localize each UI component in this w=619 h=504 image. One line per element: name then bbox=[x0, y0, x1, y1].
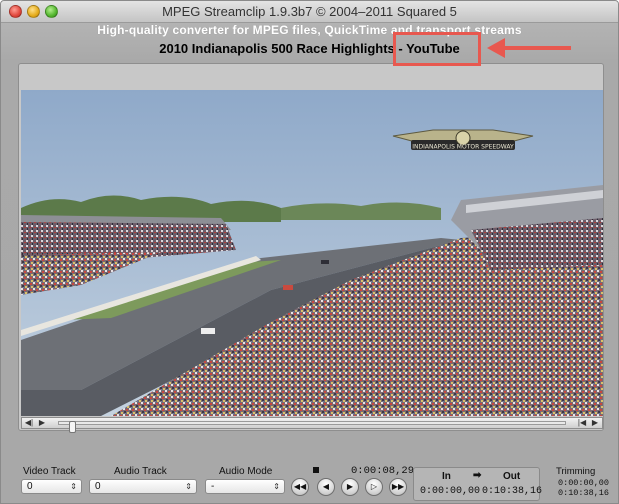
current-time: 0:00:08,29 bbox=[351, 465, 415, 477]
step-forward-icon[interactable]: ▶ bbox=[589, 418, 601, 428]
title-bar: MPEG Streamclip 1.9.3b7 © 2004–2011 Squa… bbox=[1, 1, 618, 23]
audio-track-select[interactable]: 0 ⇕ bbox=[89, 479, 197, 494]
video-frame-image: INDIANAPOLIS MOTOR SPEEDWAY bbox=[21, 90, 603, 416]
trimming-in: 0:00:00,00 bbox=[558, 478, 610, 488]
play-button[interactable]: ▶ bbox=[341, 478, 359, 496]
app-subtitle: High-quality converter for MPEG files, Q… bbox=[97, 23, 522, 37]
app-window: MPEG Streamclip 1.9.3b7 © 2004–2011 Squa… bbox=[0, 0, 619, 504]
trimming-label: Trimming bbox=[556, 466, 596, 477]
trimming-out: 0:10:38,16 bbox=[558, 488, 610, 498]
out-label[interactable]: Out bbox=[503, 471, 520, 482]
stop-icon[interactable] bbox=[313, 467, 319, 473]
timeline-scrubber[interactable]: ◀| ▶ |◀ ▶ bbox=[21, 417, 603, 433]
out-time: 0:10:38,16 bbox=[482, 486, 543, 497]
stepper-icon: ⇕ bbox=[185, 482, 192, 491]
step-back-icon[interactable]: ◀| bbox=[23, 418, 35, 428]
in-out-panel: In ➡ Out 0:00:00,00 0:10:38,16 bbox=[413, 467, 543, 501]
play-small-icon[interactable]: ▶ bbox=[36, 418, 48, 428]
highlight-annotation-box bbox=[393, 32, 481, 66]
scrub-track[interactable] bbox=[58, 421, 566, 433]
step-to-end-icon[interactable]: |◀ bbox=[576, 418, 588, 428]
annotation-arrow-shaft bbox=[503, 46, 571, 50]
audio-track-label: Audio Track bbox=[114, 466, 167, 477]
fast-forward-button[interactable]: ▶▶ bbox=[389, 478, 407, 496]
video-track-select[interactable]: 0 ⇕ bbox=[21, 479, 82, 494]
control-panel: Video Track 0 ⇕ Audio Track 0 ⇕ Audio Mo… bbox=[1, 433, 618, 503]
speedway-banner-text: INDIANAPOLIS MOTOR SPEEDWAY bbox=[412, 144, 514, 151]
step-forward-button[interactable]: ▷ bbox=[365, 478, 383, 496]
in-time: 0:00:00,00 bbox=[420, 486, 481, 497]
rewind-button[interactable]: ◀◀ bbox=[291, 478, 309, 496]
video-track-label: Video Track bbox=[23, 466, 76, 477]
in-out-arrow-icon: ➡ bbox=[473, 470, 482, 481]
audio-mode-value: - bbox=[211, 481, 215, 492]
audio-mode-label: Audio Mode bbox=[219, 466, 273, 477]
in-label[interactable]: In bbox=[442, 471, 451, 482]
video-preview: INDIANAPOLIS MOTOR SPEEDWAY bbox=[21, 90, 603, 416]
audio-track-value: 0 bbox=[95, 481, 101, 492]
step-back-button[interactable]: ◀ bbox=[317, 478, 335, 496]
stepper-icon: ⇕ bbox=[70, 482, 77, 491]
audio-mode-select[interactable]: - ⇕ bbox=[205, 479, 285, 494]
annotation-arrow-icon bbox=[487, 38, 505, 58]
video-track-value: 0 bbox=[27, 481, 33, 492]
stepper-icon: ⇕ bbox=[273, 482, 280, 491]
playhead-knob[interactable] bbox=[69, 421, 77, 433]
window-title: MPEG Streamclip 1.9.3b7 © 2004–2011 Squa… bbox=[162, 4, 457, 19]
